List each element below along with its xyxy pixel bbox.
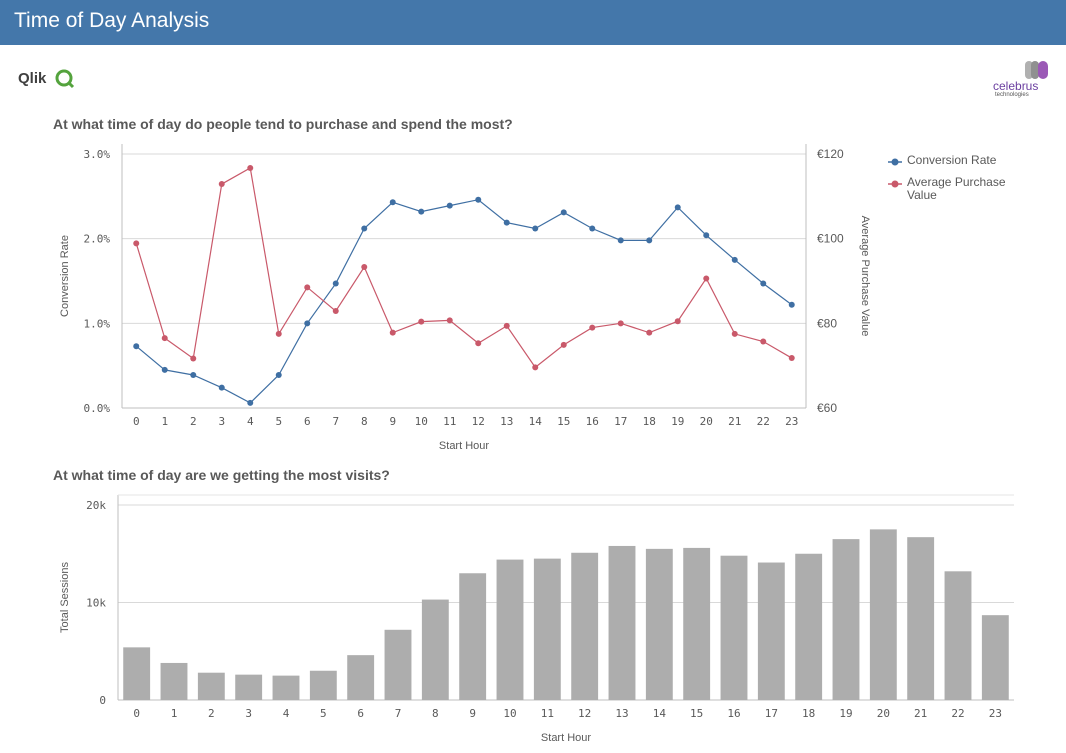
legend-item-purchase[interactable]: Average Purchase Value: [888, 176, 1058, 202]
session-bar: [459, 573, 487, 700]
session-bar: [795, 553, 823, 700]
session-bar: [832, 539, 860, 700]
x-tick-label: 15: [690, 707, 703, 720]
session-bar: [197, 672, 225, 700]
y-tick-label: 10k: [86, 597, 106, 610]
y-axis-title: Total Sessions: [59, 562, 71, 633]
x-tick-label: 6: [357, 707, 364, 720]
session-bar: [869, 529, 897, 700]
session-bar: [944, 571, 972, 700]
x-tick-label: 19: [839, 707, 852, 720]
session-bar: [533, 558, 561, 700]
x-tick-label: 7: [395, 707, 402, 720]
session-bar: [384, 629, 412, 700]
x-axis-title: Start Hour: [541, 732, 591, 744]
x-tick-label: 1: [171, 707, 178, 720]
x-tick-label: 22: [951, 707, 964, 720]
x-tick-label: 16: [727, 707, 740, 720]
session-bar: [571, 552, 599, 700]
x-tick-label: 2: [208, 707, 215, 720]
x-tick-label: 17: [765, 707, 778, 720]
x-tick-label: 3: [245, 707, 252, 720]
x-tick-label: 0: [133, 707, 140, 720]
session-bar: [309, 670, 337, 700]
session-bar: [235, 674, 263, 700]
x-tick-label: 4: [283, 707, 290, 720]
x-tick-label: 12: [578, 707, 591, 720]
x-tick-label: 18: [802, 707, 815, 720]
y-tick-label: 20k: [86, 499, 106, 512]
legend-conversion-label: Conversion Rate: [907, 153, 997, 167]
session-bar: [981, 615, 1009, 700]
session-bar: [421, 599, 449, 700]
x-tick-label: 8: [432, 707, 439, 720]
x-tick-label: 11: [541, 707, 554, 720]
x-tick-label: 9: [469, 707, 476, 720]
legend-conversion-marker: [888, 158, 902, 166]
session-bar: [608, 545, 636, 700]
session-bar: [496, 559, 524, 700]
x-tick-label: 13: [615, 707, 628, 720]
x-tick-label: 23: [989, 707, 1002, 720]
x-tick-label: 5: [320, 707, 327, 720]
chart1-legend: Conversion Rate Average Purchase Value: [888, 154, 1058, 202]
legend-item-conversion[interactable]: Conversion Rate: [888, 154, 1058, 176]
x-tick-label: 10: [503, 707, 516, 720]
session-bar: [347, 655, 375, 700]
session-bar: [160, 662, 188, 700]
session-bar: [272, 675, 300, 700]
legend-purchase-marker: [888, 180, 902, 188]
session-bar: [123, 647, 151, 700]
sessions-bar-chart: 010k20k0 1 2 3 4 5 6 7 8 9 10 11 12 13 14 15 16 17 18 19 20 2…: [59, 494, 1014, 744]
x-tick-label: 21: [914, 707, 927, 720]
session-bar: [645, 548, 673, 700]
session-bar: [683, 547, 711, 700]
session-bar: [720, 555, 748, 700]
session-bar: [907, 537, 935, 700]
x-tick-label: 20: [877, 707, 890, 720]
legend-purchase-label: Average Purchase Value: [907, 175, 1006, 202]
x-tick-label: 14: [653, 707, 667, 720]
session-bar: [757, 562, 785, 700]
y-tick-label: 0: [99, 694, 106, 707]
